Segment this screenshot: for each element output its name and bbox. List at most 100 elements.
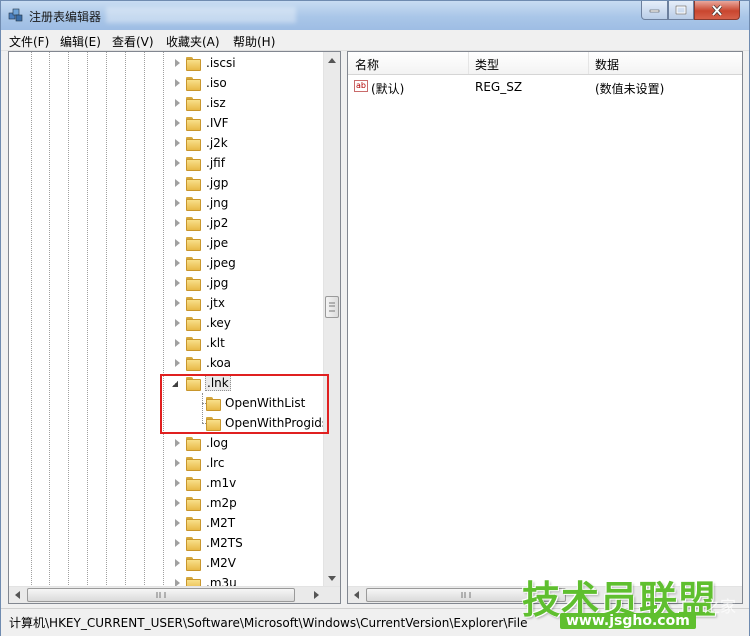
menu-view[interactable]: 查看(V) [112, 33, 154, 50]
tree-node[interactable]: .jfif [9, 154, 327, 174]
folder-icon [186, 297, 201, 311]
scroll-up-arrow-icon[interactable] [328, 58, 336, 63]
tree-node[interactable]: .M2TS [9, 534, 327, 554]
minimize-button[interactable] [641, 1, 668, 20]
list-row[interactable]: ab (默认) REG_SZ (数值未设置) [348, 76, 742, 96]
tree-node[interactable]: .jpe [9, 234, 327, 254]
tree-node[interactable]: .M2T [9, 514, 327, 534]
tree-horizontal-scroll-thumb[interactable] [27, 588, 295, 602]
tree-node[interactable]: .iso [9, 74, 327, 94]
expand-arrow-icon[interactable] [175, 299, 180, 307]
tree-horizontal-scrollbar[interactable] [9, 586, 340, 603]
expand-arrow-icon[interactable] [175, 519, 180, 527]
tree-node-label: .m1v [206, 476, 237, 490]
value-data: (数值未设置) [595, 82, 665, 96]
tree-node[interactable]: .jpeg [9, 254, 327, 274]
menu-help[interactable]: 帮助(H) [233, 33, 275, 50]
expand-arrow-icon[interactable] [175, 439, 180, 447]
expand-arrow-icon[interactable] [175, 359, 180, 367]
tree-node[interactable]: .iscsi [9, 54, 327, 74]
column-separator[interactable] [468, 52, 469, 74]
expand-arrow-icon[interactable] [175, 239, 180, 247]
tree-node[interactable]: .lrc [9, 454, 327, 474]
expand-arrow-icon[interactable] [175, 559, 180, 567]
scroll-grip-icon [461, 592, 471, 598]
tree-node[interactable]: .isz [9, 94, 327, 114]
expand-arrow-icon[interactable] [175, 199, 180, 207]
values-list-pane[interactable]: 名称 类型 数据 ab (默认) REG_SZ (数值未设置) [347, 51, 743, 604]
tree-node-label: .key [206, 316, 231, 330]
tree-node[interactable]: .klt [9, 334, 327, 354]
tree-node-label: .M2TS [206, 536, 243, 550]
folder-icon [186, 117, 201, 131]
close-button[interactable] [694, 1, 740, 20]
tree-node[interactable]: .jp2 [9, 214, 327, 234]
tree-node-label: .jp2 [206, 216, 229, 230]
column-separator[interactable] [588, 52, 589, 74]
folder-icon [186, 177, 201, 191]
title-bar[interactable]: 注册表编辑器 [1, 1, 749, 30]
folder-icon [186, 57, 201, 71]
expand-arrow-icon[interactable] [175, 539, 180, 547]
tree-node-label: .jpe [206, 236, 229, 250]
maximize-button[interactable] [668, 1, 694, 20]
folder-icon [186, 497, 201, 511]
tree-node-label: .isz [206, 96, 226, 110]
tree-node-label: .iscsi [206, 56, 236, 70]
column-header-data[interactable]: 数据 [595, 56, 619, 73]
tree-node-label: .iso [206, 76, 227, 90]
tree-node[interactable]: .jtx [9, 294, 327, 314]
tree-node-label: .M2T [206, 516, 236, 530]
expand-arrow-icon[interactable] [175, 259, 180, 267]
expand-arrow-icon[interactable] [175, 159, 180, 167]
expand-arrow-icon[interactable] [175, 179, 180, 187]
tree-node-label: .koa [206, 356, 232, 370]
tree-node[interactable]: .m2p [9, 494, 327, 514]
expand-arrow-icon[interactable] [175, 279, 180, 287]
tree-node[interactable]: .m1v [9, 474, 327, 494]
menu-favorites[interactable]: 收藏夹(A) [166, 33, 220, 50]
expand-arrow-icon[interactable] [175, 79, 180, 87]
folder-icon [186, 97, 201, 111]
tree-node[interactable]: .koa [9, 354, 327, 374]
tree-node[interactable]: .key [9, 314, 327, 334]
tree-node[interactable]: .jgp [9, 174, 327, 194]
scroll-left-arrow-icon[interactable] [15, 591, 20, 599]
menu-bar: 文件(F) 编辑(E) 查看(V) 收藏夹(A) 帮助(H) [1, 30, 749, 51]
tree-node[interactable]: .IVF [9, 114, 327, 134]
expand-arrow-icon[interactable] [175, 219, 180, 227]
scroll-down-arrow-icon[interactable] [328, 576, 336, 581]
scroll-left-arrow-icon[interactable] [354, 591, 359, 599]
tree-node[interactable]: .M2V [9, 554, 327, 574]
column-header-type[interactable]: 类型 [475, 56, 499, 73]
tree-node[interactable]: .j2k [9, 134, 327, 154]
regedit-app-icon [8, 8, 23, 22]
tree-node-label: .jpeg [206, 256, 236, 270]
string-value-icon: ab [354, 80, 368, 92]
close-icon [711, 4, 723, 16]
column-header-name[interactable]: 名称 [355, 56, 379, 73]
expand-arrow-icon[interactable] [175, 99, 180, 107]
menu-file[interactable]: 文件(F) [9, 33, 49, 50]
menu-edit[interactable]: 编辑(E) [60, 33, 101, 50]
tree-node-label: .jng [206, 196, 229, 210]
tree-vertical-scroll-thumb[interactable] [325, 296, 339, 318]
expand-arrow-icon[interactable] [175, 319, 180, 327]
tree-node[interactable]: .jng [9, 194, 327, 214]
tree-node-label: .m2p [206, 496, 237, 510]
expand-arrow-icon[interactable] [175, 479, 180, 487]
expand-arrow-icon[interactable] [175, 459, 180, 467]
tree-node-label: .lrc [206, 456, 225, 470]
expand-arrow-icon[interactable] [175, 139, 180, 147]
tree-node[interactable]: .log [9, 434, 327, 454]
expand-arrow-icon[interactable] [175, 119, 180, 127]
expand-arrow-icon[interactable] [175, 499, 180, 507]
registry-tree-pane[interactable]: .iscsi .iso .isz .IVF .j2k .jfif .jgp .j… [8, 51, 341, 604]
folder-icon [186, 317, 201, 331]
expand-arrow-icon[interactable] [175, 59, 180, 67]
scroll-right-arrow-icon[interactable] [314, 591, 319, 599]
folder-icon [186, 337, 201, 351]
tree-vertical-scrollbar[interactable] [323, 52, 340, 587]
expand-arrow-icon[interactable] [175, 339, 180, 347]
tree-node[interactable]: .jpg [9, 274, 327, 294]
